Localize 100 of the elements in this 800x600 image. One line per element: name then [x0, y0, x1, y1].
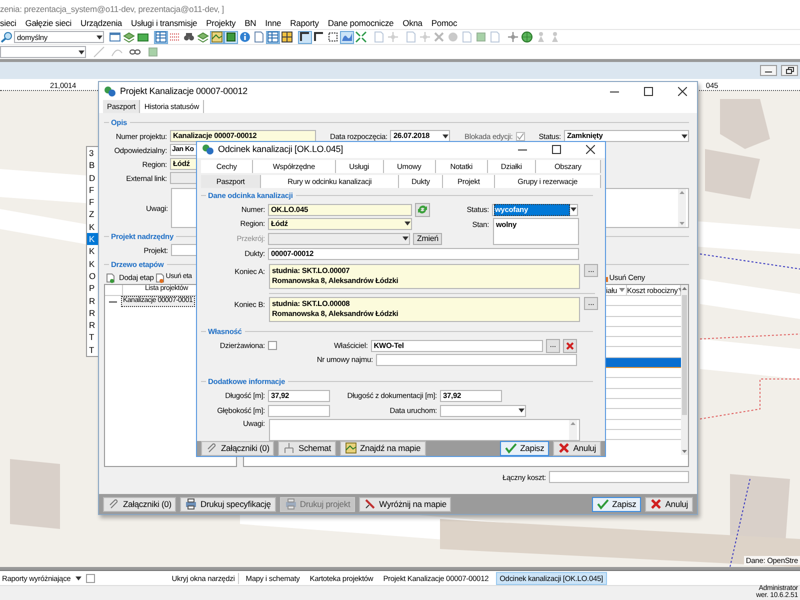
caret-icon [96, 34, 103, 40]
menu-item[interactable]: Gałęzie sieci [25, 18, 72, 29]
caret-icon [402, 236, 409, 241]
more-button[interactable]: ... [584, 296, 598, 310]
printer-icon [185, 498, 198, 510]
maximize-icon[interactable] [552, 145, 560, 154]
list-item[interactable]: R [87, 319, 99, 332]
circle-icon [447, 31, 459, 43]
globe-icon [521, 31, 533, 43]
window-title: zenia: prezentacja_system@o11-dev, prezentacja@o11-dev, ] [0, 0, 800, 18]
list-item[interactable]: F [87, 196, 99, 208]
toolbar-button[interactable] [298, 30, 312, 44]
caret-icon [518, 408, 525, 413]
list-item[interactable]: K [87, 233, 99, 246]
person-icon [535, 31, 547, 43]
cross-icon [558, 442, 570, 454]
button[interactable]: Zapisz [592, 496, 642, 512]
menu-item[interactable]: sieci [0, 18, 16, 29]
scrollbar-icon [678, 189, 686, 227]
refresh-icon [417, 204, 428, 215]
checkbox[interactable] [516, 132, 525, 140]
list-item[interactable]: Z [87, 208, 99, 221]
check-icon [516, 132, 524, 140]
dropdown[interactable] [440, 404, 526, 416]
toolbar-button[interactable] [224, 30, 238, 44]
checkbox[interactable] [268, 341, 277, 350]
list-item[interactable]: K [87, 220, 99, 234]
printer-icon [284, 498, 297, 510]
menu-item[interactable]: Urządzenia [80, 18, 122, 29]
cross-icon [566, 342, 574, 350]
menu-item[interactable]: Projekty [206, 18, 236, 29]
list-item[interactable]: D [87, 172, 99, 184]
restore-icon [786, 67, 794, 74]
list-item[interactable]: K [87, 245, 99, 258]
text-field[interactable] [268, 404, 330, 416]
scrollbar-icon [569, 420, 577, 440]
refresh-button[interactable] [415, 202, 430, 216]
cross-icon [650, 498, 662, 510]
square-icon [475, 31, 487, 43]
list-item[interactable]: F [87, 184, 99, 196]
list-item[interactable]: O [87, 270, 99, 282]
text-field[interactable] [376, 354, 577, 366]
dotted-square-icon [327, 31, 339, 43]
toolbar-button[interactable] [280, 30, 294, 44]
clear-button[interactable] [563, 338, 577, 352]
button[interactable]: Wyróżnij na mapie [359, 496, 452, 512]
list-item[interactable]: P [87, 282, 99, 295]
button[interactable]: Załączniki (0) [201, 440, 274, 456]
button[interactable]: Schemat [278, 440, 336, 456]
app-icon [104, 86, 116, 96]
more-button[interactable]: ... [546, 338, 560, 352]
window-title: Odcinek kanalizacji [OK.LO.045] [218, 144, 343, 156]
minimize-button[interactable] [760, 65, 777, 76]
pen-icon [364, 498, 376, 510]
list-item[interactable]: B [87, 159, 99, 172]
caret-icon [680, 134, 688, 138]
close-icon[interactable] [678, 86, 686, 96]
menu-item[interactable]: BN [244, 18, 256, 29]
toolbar-button[interactable] [182, 30, 196, 44]
button[interactable]: Drukuj specyfikację [180, 496, 276, 512]
cross-icon [433, 31, 445, 43]
list-item[interactable]: T [87, 331, 99, 344]
paperclip-icon [108, 498, 120, 510]
paperclip-icon [206, 442, 218, 454]
button[interactable]: Anuluj [645, 496, 693, 512]
toolbar-button[interactable] [312, 30, 326, 44]
wave-icon [341, 31, 353, 43]
list-item[interactable]: R [87, 306, 99, 320]
menu-item[interactable]: Okna [402, 18, 422, 29]
button[interactable]: Zmień [413, 232, 442, 244]
button[interactable]: Załączniki (0) [103, 496, 176, 512]
button[interactable]: Znajdź na mapie [340, 440, 426, 456]
menu-item[interactable]: Usługi i transmisje [131, 18, 198, 29]
toolbar-button[interactable] [326, 30, 340, 44]
button[interactable]: Anuluj [553, 440, 601, 456]
list-item[interactable]: 3 [87, 147, 99, 160]
button[interactable]: Zapisz [500, 440, 550, 456]
more-button[interactable]: ... [584, 264, 598, 276]
toolbar-button[interactable] [520, 30, 534, 44]
menu-item[interactable]: Pomoc [431, 18, 458, 29]
checkbox[interactable] [86, 574, 95, 582]
pin-icon [507, 31, 519, 43]
restore-button[interactable] [781, 65, 798, 76]
menu-item[interactable]: Dane pomocnicze [328, 18, 394, 29]
text-area[interactable] [269, 418, 580, 440]
list-item[interactable]: R [87, 294, 99, 307]
list-item[interactable]: K [87, 258, 99, 270]
menu-item[interactable]: Raporty [290, 18, 319, 29]
list-item[interactable]: T [87, 344, 99, 356]
map-icon [344, 442, 357, 454]
text-field[interactable] [549, 471, 689, 483]
toolbar-button[interactable] [210, 30, 224, 44]
caret-icon [74, 576, 82, 580]
maximize-icon[interactable] [644, 86, 652, 96]
close-icon[interactable] [586, 145, 594, 154]
line-icon [93, 46, 105, 58]
menu-item[interactable]: Inne [265, 18, 282, 29]
table-row[interactable] [606, 358, 681, 368]
layer-combo[interactable] [0, 46, 86, 58]
check-icon [505, 442, 518, 454]
